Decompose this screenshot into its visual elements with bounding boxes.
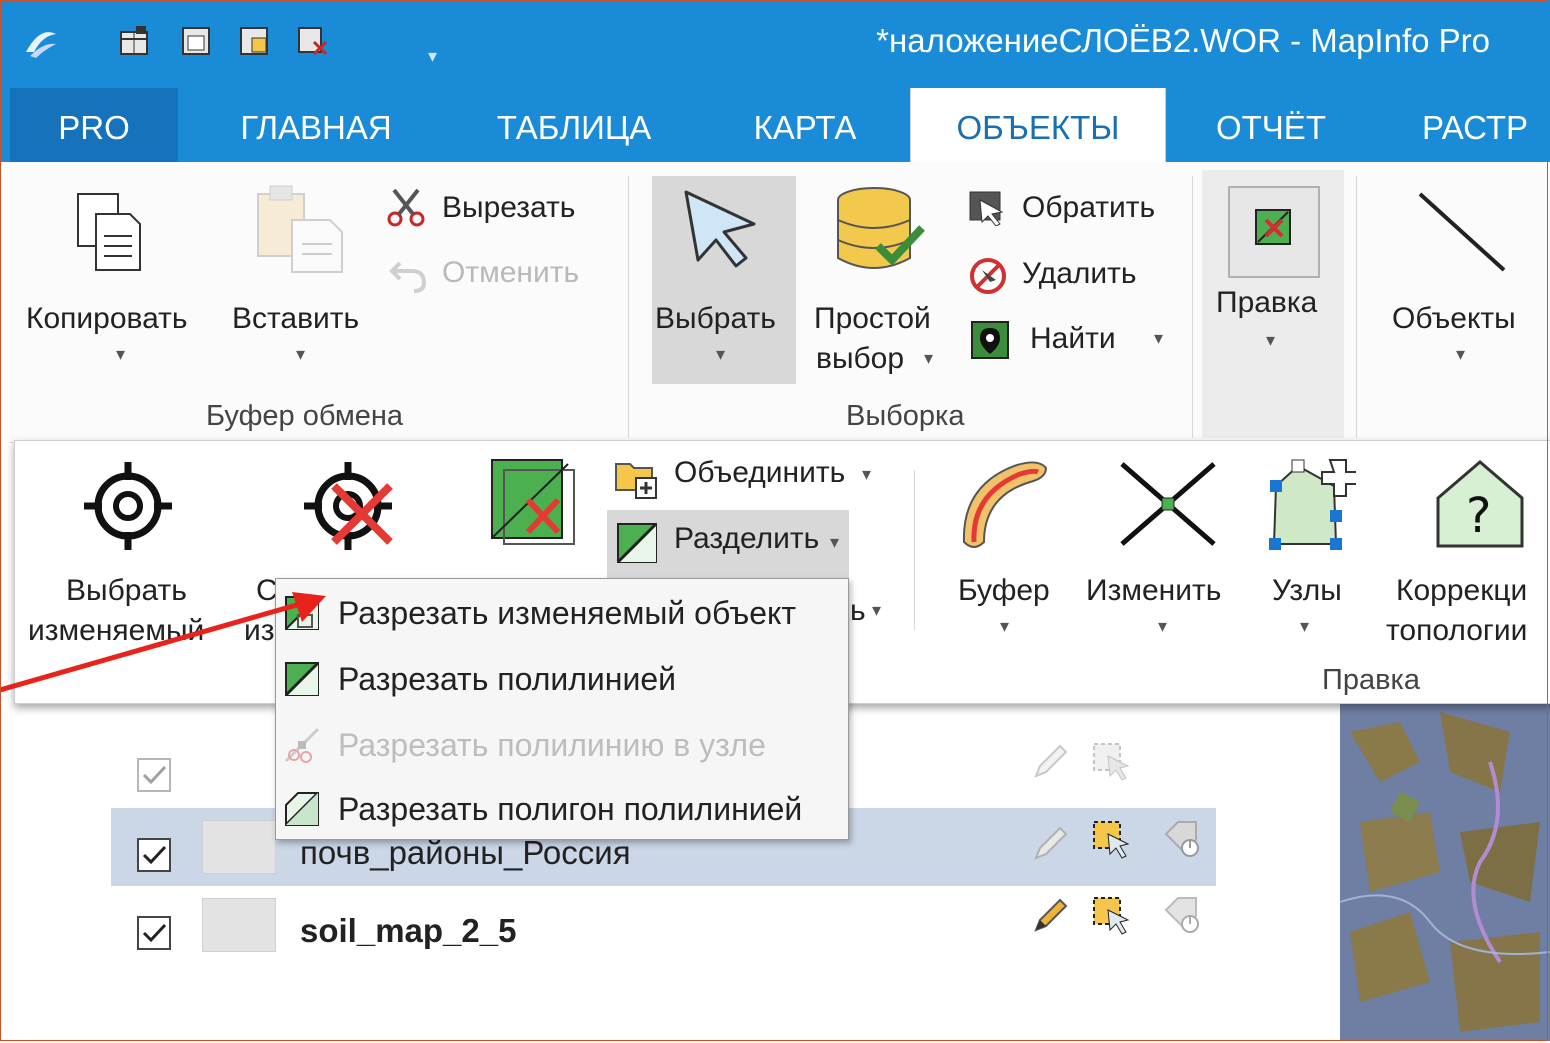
window-frame [0,0,1548,1041]
